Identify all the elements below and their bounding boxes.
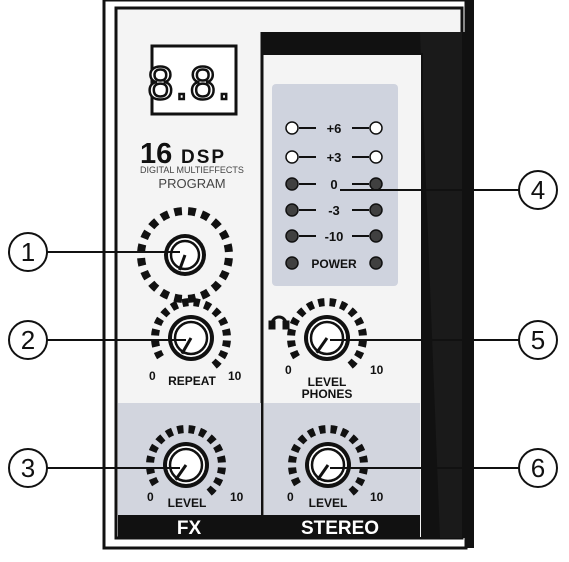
phones-label: PHONES: [302, 387, 353, 401]
meter-label: POWER: [311, 257, 357, 271]
phones-min-label: 0: [285, 363, 292, 377]
meter-led-left: [285, 203, 299, 217]
callout-number: 2: [21, 325, 35, 355]
callout-number: 1: [21, 237, 35, 267]
program-display: 8.8.: [146, 44, 238, 116]
stereo-level-label: LEVEL: [309, 496, 348, 510]
meter-led-left: [285, 177, 299, 191]
meter-led-right: [369, 150, 383, 164]
repeat-max-label: 10: [228, 369, 242, 383]
meter-label: +3: [327, 150, 342, 165]
phones-max-label: 10: [370, 363, 384, 377]
meter-led-left: [285, 121, 299, 135]
meter-led-left: [285, 229, 299, 243]
callout-number: 6: [531, 453, 545, 483]
fx-level-min-label: 0: [147, 490, 154, 504]
meter-label: 0: [330, 177, 337, 192]
meter-led-right: [369, 121, 383, 135]
meter-led-right: [369, 256, 383, 270]
meter-led-right: [369, 177, 383, 191]
callout-number: 4: [531, 175, 545, 205]
meter-label: +6: [327, 121, 342, 136]
stereo-section-label: STEREO: [301, 518, 379, 539]
meter-led-right: [369, 203, 383, 217]
fx-level-max-label: 10: [230, 490, 244, 504]
fx-section-label: FX: [177, 518, 202, 539]
meter-led-right: [369, 229, 383, 243]
meter-led-left: [285, 256, 299, 270]
stereo-level-max-label: 10: [370, 490, 384, 504]
callout-number: 3: [21, 453, 35, 483]
meter-led-left: [285, 150, 299, 164]
meter-label: -10: [325, 229, 344, 244]
repeat-label: REPEAT: [168, 374, 216, 388]
repeat-min-label: 0: [149, 369, 156, 383]
meter-label: -3: [328, 203, 340, 218]
stereo-level-min-label: 0: [287, 490, 294, 504]
brand-subtitle: DIGITAL MULTIEFFECTS: [140, 165, 244, 175]
program-label: PROGRAM: [158, 176, 225, 191]
fx-level-label: LEVEL: [168, 496, 207, 510]
display-digits: 8.8.: [148, 57, 233, 109]
callout-number: 5: [531, 325, 545, 355]
